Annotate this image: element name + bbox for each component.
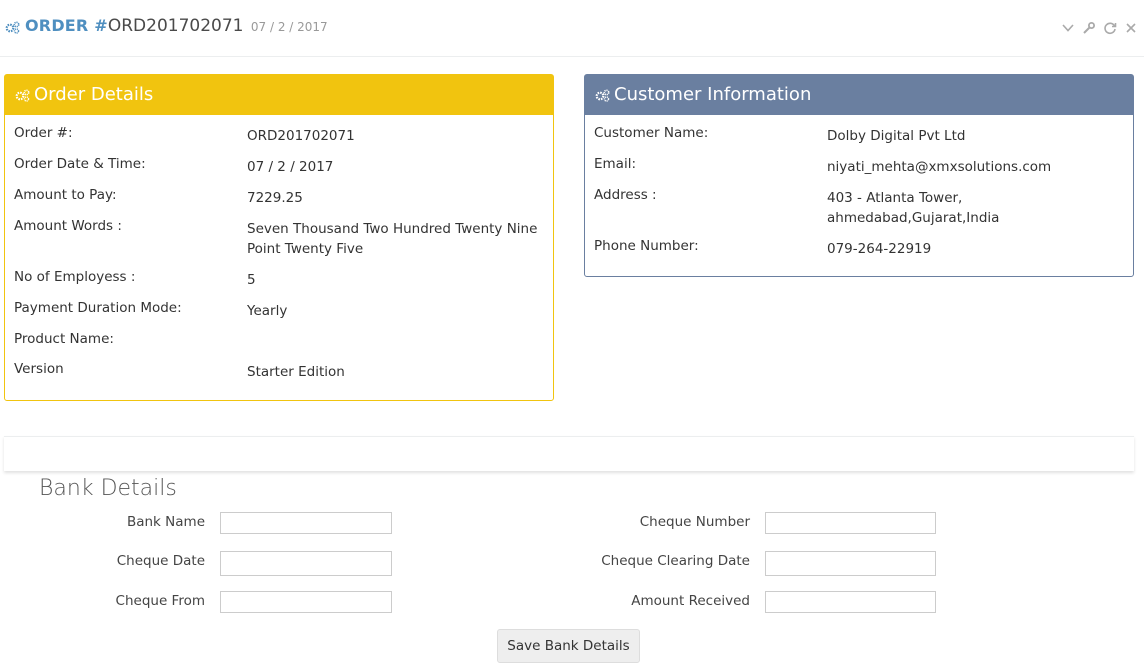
cheque-clearing-date-label: Cheque Clearing Date [601, 553, 750, 569]
amount-received-input[interactable] [765, 591, 936, 613]
detail-value: niyati_mehta@xmxsolutions.com [827, 159, 1052, 175]
detail-label: Amount to Pay: [14, 187, 117, 203]
cheque-clearing-date-input[interactable] [765, 551, 936, 576]
order-details-title: Order Details [34, 84, 154, 105]
detail-value: 5 [247, 272, 256, 288]
bank-name-label: Bank Name [126, 514, 205, 530]
order-date: 07 / 2 / 2017 [250, 20, 328, 34]
detail-label: Customer Name: [594, 125, 709, 141]
cheque-number-input[interactable] [765, 512, 936, 534]
close-icon[interactable] [1124, 20, 1138, 34]
detail-value: 403 - Atlanta Tower, ahmedabad,Gujarat,I… [827, 190, 1000, 226]
detail-value: Starter Edition [247, 364, 345, 380]
detail-label: Amount Words : [14, 218, 122, 234]
detail-value: 079-264-22919 [827, 241, 932, 257]
cogs-icon [595, 89, 610, 102]
cogs-icon [5, 21, 20, 34]
detail-label: Payment Duration Mode: [14, 300, 182, 316]
order-label: ORDER # [25, 16, 108, 35]
detail-label: Order #: [14, 125, 73, 141]
detail-label: Email: [594, 156, 637, 172]
order-number: ORD201702071 [107, 16, 244, 36]
customer-info-header: Customer Information [585, 75, 1133, 115]
detail-label: Order Date & Time: [14, 156, 146, 172]
bank-name-input[interactable] [220, 512, 392, 534]
cheque-date-input[interactable] [220, 551, 392, 576]
wrench-icon[interactable] [1082, 20, 1096, 34]
customer-info-panel: Customer Information Customer Name: Dolb… [584, 74, 1134, 277]
detail-value: Dolby Digital Pvt Ltd [827, 128, 966, 144]
detail-label: Version [14, 361, 64, 377]
amount-received-label: Amount Received [631, 593, 750, 609]
detail-value: Yearly [247, 303, 288, 319]
bank-details-title: Bank Details [39, 476, 177, 501]
page-title: ORDER #ORD201702071 07 / 2 / 2017 [25, 16, 328, 36]
divider [4, 436, 1134, 471]
save-bank-details-button[interactable]: Save Bank Details [497, 629, 640, 663]
cheque-number-label: Cheque Number [639, 514, 750, 530]
detail-value: 7229.25 [247, 190, 303, 206]
customer-info-title: Customer Information [614, 84, 812, 105]
detail-label: Address : [594, 187, 657, 203]
cogs-icon [15, 89, 30, 102]
detail-value: 07 / 2 / 2017 [247, 159, 334, 175]
cheque-from-input[interactable] [220, 591, 392, 613]
chevron-down-icon[interactable] [1061, 20, 1075, 34]
detail-label: Product Name: [14, 331, 114, 347]
detail-value: ORD201702071 [247, 128, 355, 144]
cheque-from-label: Cheque From [115, 593, 205, 609]
detail-value: Seven Thousand Two Hundred Twenty Nine P… [247, 221, 538, 257]
refresh-icon[interactable] [1103, 20, 1117, 35]
cheque-date-label: Cheque Date [116, 553, 205, 569]
detail-label: No of Employess : [14, 269, 136, 285]
detail-label: Phone Number: [594, 238, 699, 254]
order-details-header: Order Details [5, 75, 553, 115]
page-header: ORDER #ORD201702071 07 / 2 / 2017 [0, 0, 1144, 57]
widget-toolbar [1061, 20, 1138, 35]
order-details-panel: Order Details Order #: ORD201702071 Orde… [4, 74, 554, 401]
